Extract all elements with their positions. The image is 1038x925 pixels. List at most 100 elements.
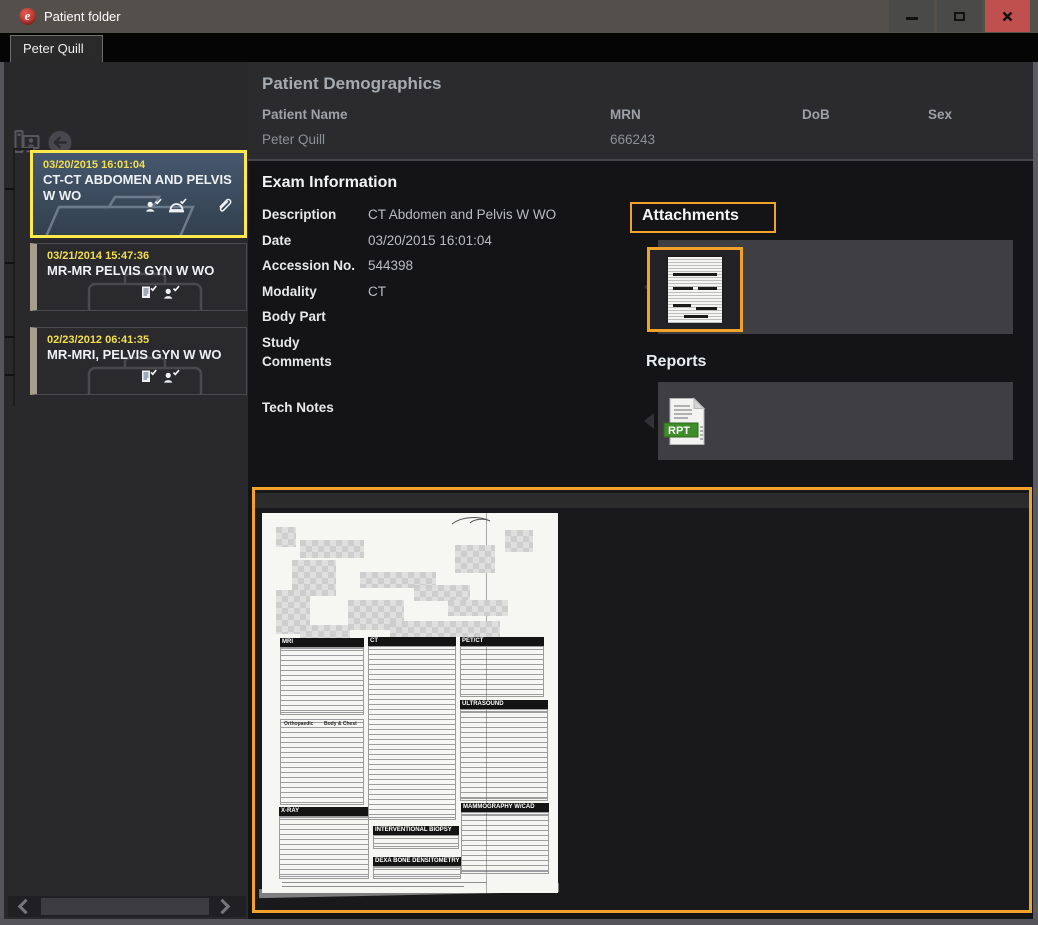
accession-label: Accession No. xyxy=(262,256,368,276)
redacted-block xyxy=(455,545,495,573)
form-footnote-line xyxy=(282,882,487,883)
reports-prev-icon[interactable] xyxy=(644,413,654,429)
studycomments-label: Study Comments xyxy=(262,333,368,372)
field-row-technotes: Tech Notes xyxy=(262,398,634,418)
form-list-mammography xyxy=(461,812,549,874)
exam-status-icons xyxy=(141,285,180,300)
exam-card-mri-pelvis-2012[interactable]: 02/23/2012 06:41:35 MR-MRI, PELVIS GYN W… xyxy=(30,327,247,395)
exam-timeline-panel: 03/20/2015 16:01:04 CT-CT ABDOMEN AND PE… xyxy=(4,62,248,919)
window-frame-right xyxy=(1033,62,1038,925)
minimize-button[interactable] xyxy=(889,0,934,32)
patient-folder-window: e Patient folder Peter Quill xyxy=(0,0,1038,925)
bell-check-icon xyxy=(168,198,187,213)
patient-name-label: Patient Name xyxy=(262,107,348,122)
tab-peter-quill[interactable]: Peter Quill xyxy=(10,35,103,62)
modality-label: Modality xyxy=(262,282,368,302)
exam-card-mr-pelvis-2014[interactable]: 03/21/2014 15:47:36 MR-MR PELVIS GYN W W… xyxy=(30,243,247,311)
redacted-block xyxy=(448,600,508,616)
mrn-label: MRN xyxy=(610,107,641,122)
window-title: Patient folder xyxy=(44,9,121,24)
minimize-icon xyxy=(906,17,918,20)
preview-toolbar-strip xyxy=(255,493,1029,508)
form-section-mammography: MAMMOGRAPHY W/CAD xyxy=(461,803,549,812)
app-logo-icon: e xyxy=(19,8,36,25)
exam-info-heading: Exam Information xyxy=(262,174,397,192)
form-list-dexa xyxy=(373,866,461,879)
exam-status-icons xyxy=(145,197,232,213)
person-check-icon xyxy=(163,285,180,300)
maximize-button[interactable] xyxy=(937,0,982,32)
title-bar[interactable]: e Patient folder xyxy=(0,0,1038,33)
demographics-heading: Patient Demographics xyxy=(262,74,442,94)
report-check-icon xyxy=(141,285,157,300)
timeline-tick xyxy=(5,262,14,264)
field-row-modality: Modality CT xyxy=(262,282,634,302)
rpt-label: RPT xyxy=(668,425,690,437)
form-list-petct xyxy=(460,646,544,697)
modality-value: CT xyxy=(368,282,386,302)
mrn-value: 666243 xyxy=(610,132,655,147)
person-check-icon xyxy=(145,198,162,213)
report-rpt-icon[interactable]: RPT xyxy=(663,397,709,447)
form-section-ct: CT xyxy=(368,637,456,646)
close-button[interactable] xyxy=(985,0,1030,32)
paperclip-icon xyxy=(217,197,232,213)
reports-heading: Reports xyxy=(646,353,706,371)
timeline-tick xyxy=(5,336,14,338)
date-label: Date xyxy=(262,231,368,251)
hscrollbar-thumb[interactable] xyxy=(41,898,209,915)
form-section-xray: X-RAY xyxy=(279,807,369,816)
bodypart-label: Body Part xyxy=(262,307,368,327)
timeline-tick xyxy=(5,374,14,376)
attachment-doc-preview xyxy=(668,257,722,323)
exam-card-ct-abdomen[interactable]: 03/20/2015 16:01:04 CT-CT ABDOMEN AND PE… xyxy=(30,150,247,238)
attachments-heading: Attachments xyxy=(642,207,774,225)
attachments-heading-highlight: Attachments xyxy=(630,202,776,233)
field-row-bodypart: Body Part xyxy=(262,307,634,327)
field-row-description: Description CT Abdomen and Pelvis W WO xyxy=(262,205,634,225)
report-check-icon xyxy=(141,369,157,384)
redacted-block xyxy=(276,527,296,547)
form-list-ct xyxy=(368,646,456,820)
timeline-hscrollbar[interactable] xyxy=(8,896,246,917)
exam-detail-area: Exam Information Description CT Abdomen … xyxy=(248,161,1033,919)
form-subheader-body-chest: Body & Chest xyxy=(324,721,357,727)
redacted-block xyxy=(300,540,364,558)
close-icon xyxy=(1002,11,1013,22)
form-section-mri: MRI xyxy=(280,638,364,647)
scroll-left-icon[interactable] xyxy=(18,899,34,915)
redacted-block xyxy=(390,621,500,637)
window-frame-bottom xyxy=(0,919,1038,925)
technotes-label: Tech Notes xyxy=(262,398,368,418)
reports-strip xyxy=(658,382,1013,460)
field-row-date: Date 03/20/2015 16:01:04 xyxy=(262,231,634,251)
timeline-rail xyxy=(13,148,15,406)
redacted-block xyxy=(414,585,470,601)
exam-title: MR-MR PELVIS GYN W WO xyxy=(47,263,238,279)
exam-date: 03/21/2014 15:47:36 xyxy=(47,250,246,262)
tab-bar: Peter Quill xyxy=(0,33,1038,62)
redacted-block xyxy=(505,530,533,552)
accession-value: 544398 xyxy=(368,256,413,276)
form-section-dexa: DEXA BONE DENSITOMETRY xyxy=(373,857,461,866)
form-section-ultrasound: ULTRASOUND xyxy=(460,700,548,709)
handwriting-mark xyxy=(450,514,500,528)
scroll-right-icon[interactable] xyxy=(215,899,231,915)
maximize-icon xyxy=(954,12,965,21)
dob-label: DoB xyxy=(802,107,830,122)
description-value: CT Abdomen and Pelvis W WO xyxy=(368,205,556,225)
form-subheader-ortho: Orthopaedic xyxy=(284,721,313,727)
attachment-preview-panel: MRI Orthopaedic Body & Chest X-RAY CT IN… xyxy=(252,487,1032,913)
exam-info-fields: Description CT Abdomen and Pelvis W WO D… xyxy=(262,205,634,424)
timeline-tick xyxy=(5,188,14,190)
form-list-xray xyxy=(279,816,369,879)
form-section-biopsy: INTERVENTIONAL BIOPSY xyxy=(373,826,459,835)
date-value: 03/20/2015 16:01:04 xyxy=(368,231,492,251)
requisition-form-preview[interactable]: MRI Orthopaedic Body & Chest X-RAY CT IN… xyxy=(262,513,558,893)
exam-date: 02/23/2012 06:41:35 xyxy=(47,334,246,346)
field-row-studycomments: Study Comments xyxy=(262,333,634,372)
form-list-ultrasound xyxy=(460,709,548,801)
description-label: Description xyxy=(262,205,368,225)
form-list-mri xyxy=(280,647,364,715)
attachment-thumbnail[interactable] xyxy=(647,247,743,332)
